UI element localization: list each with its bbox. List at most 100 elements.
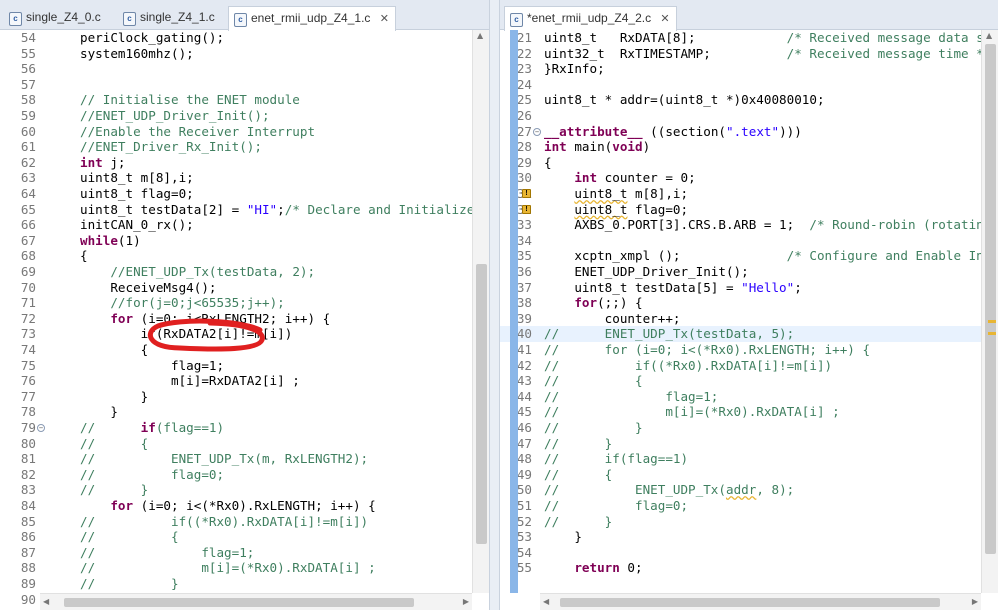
vertical-scrollbar[interactable]: ▲ [981,30,998,593]
code-line[interactable]: 57 [0,77,489,93]
code-line[interactable]: 54 [500,545,998,561]
code-line[interactable]: 79− // if(flag==1) [0,420,489,436]
code-line[interactable]: 56 [0,61,489,77]
scrollbar-thumb[interactable] [560,598,940,607]
comment-token: // flag=0; [80,466,225,482]
code-line[interactable]: 65 uint8_t testData[2] = "HI";/* Declare … [0,202,489,218]
code-line[interactable]: 51// flag=0; [500,498,998,514]
close-icon[interactable]: ✕ [660,13,669,25]
scrollbar-thumb[interactable] [985,44,996,554]
code-text: // ENET_UDP_Tx(testData, 5); [544,326,794,342]
vertical-scrollbar[interactable]: ▲ [472,30,489,593]
code-token: uint8_t flag=0; [80,186,194,201]
code-line[interactable]: 43// { [500,373,998,389]
code-line[interactable]: 29{ [500,155,998,171]
code-line[interactable]: 49// { [500,467,998,483]
code-line[interactable]: 69 //ENET_UDP_Tx(testData, 2); [0,264,489,280]
code-line[interactable]: 89 // } [0,576,489,592]
scroll-up-arrow-icon[interactable]: ▲ [986,31,992,40]
code-line[interactable]: 36 ENET_UDP_Driver_Init(); [500,264,998,280]
code-line[interactable]: 46// } [500,420,998,436]
code-line[interactable]: 55 system160mhz(); [0,46,489,62]
code-line[interactable]: 88 // m[i]=(*Rx0).RxDATA[i] ; [0,560,489,576]
code-line[interactable]: 86 // { [0,529,489,545]
fold-toggle-icon[interactable]: − [37,424,45,432]
code-line[interactable]: 32! uint8_t flag=0; [500,202,998,218]
scroll-left-arrow-icon[interactable]: ◀ [543,597,549,606]
warning-icon[interactable]: ! [522,189,531,198]
code-line[interactable]: 48// if(flag==1) [500,451,998,467]
code-line[interactable]: 55 return 0; [500,560,998,576]
scrollbar-thumb[interactable] [64,598,414,607]
scrollbar-thumb[interactable] [476,264,487,544]
code-line[interactable]: 30 int counter = 0; [500,170,998,186]
code-line[interactable]: 70 ReceiveMsg4(); [0,280,489,296]
code-line[interactable]: 54 periClock_gating(); [0,30,489,46]
scroll-left-arrow-icon[interactable]: ◀ [43,597,49,606]
code-line[interactable]: 81 // ENET_UDP_Tx(m, RxLENGTH2); [0,451,489,467]
code-line[interactable]: 84 for (i=0; i<(*Rx0).RxLENGTH; i++) { [0,498,489,514]
code-line[interactable]: 37 uint8_t testData[5] = "Hello"; [500,280,998,296]
code-line[interactable]: 75 flag=1; [0,358,489,374]
tab-single-z4-1[interactable]: c single_Z4_1.c [118,8,221,30]
code-line[interactable]: 59 //ENET_UDP_Driver_Init(); [0,108,489,124]
code-line[interactable]: 53 } [500,529,998,545]
code-line[interactable]: 63 uint8_t m[8],i; [0,170,489,186]
code-line[interactable]: 31! uint8_t m[8],i; [500,186,998,202]
code-line[interactable]: 21 uint8_t RxDATA[8]; /* Received message… [500,30,998,46]
code-line[interactable]: 45// m[i]=(*Rx0).RxDATA[i] ; [500,404,998,420]
comment-token: // } [544,435,613,451]
code-line[interactable]: 25 uint8_t * addr=(uint8_t *)0x40080010; [500,92,998,108]
code-area[interactable]: 21 uint8_t RxDATA[8]; /* Received message… [500,30,998,610]
code-line[interactable]: 44// flag=1; [500,389,998,405]
code-line[interactable]: 52// } [500,514,998,530]
code-text: // } [80,482,148,498]
tab-enet-rmii-udp-z4-2[interactable]: c *enet_rmii_udp_Z4_2.c ✕ [504,6,677,31]
code-line[interactable]: 34 [500,233,998,249]
warning-icon[interactable]: ! [522,204,531,214]
tab-enet-rmii-udp-z4-1[interactable]: c enet_rmii_udp_Z4_1.c ✕ [228,6,396,31]
scroll-up-arrow-icon[interactable]: ▲ [477,31,483,40]
code-line[interactable]: 85 // if((*Rx0).RxDATA[i]!=m[i]) [0,514,489,530]
code-line[interactable]: 64 uint8_t flag=0; [0,186,489,202]
code-line[interactable]: 77 } [0,389,489,405]
code-line[interactable]: 50// ENET_UDP_Tx(addr, 8); [500,482,998,498]
code-line[interactable]: 33 AXBS_0.PORT[3].CRS.B.ARB = 1; /* Roun… [500,217,998,233]
close-icon[interactable]: ✕ [380,13,389,25]
code-line[interactable]: 67 while(1) [0,233,489,249]
code-line[interactable]: 38 for(;;) { [500,295,998,311]
code-line[interactable]: 26 [500,108,998,124]
code-line[interactable]: 83 // } [0,482,489,498]
code-line[interactable]: 22 uint32_t RxTIMESTAMP; /* Received mess… [500,46,998,62]
fold-toggle-icon[interactable]: − [533,127,541,136]
horizontal-scrollbar[interactable]: ◀ ▶ [540,593,981,610]
code-line[interactable]: 87 // flag=1; [0,545,489,561]
code-line[interactable]: 58 // Initialise the ENET module [0,92,489,108]
code-line[interactable]: 82 // flag=0; [0,467,489,483]
code-line[interactable]: 40// ENET_UDP_Tx(testData, 5); [500,326,998,342]
overview-warning-marker[interactable] [988,332,996,335]
code-line[interactable]: 71 //for(j=0;j<65535;j++); [0,295,489,311]
code-line[interactable]: 68 { [0,248,489,264]
code-line[interactable]: 76 m[i]=RxDATA2[i] ; [0,373,489,389]
code-line[interactable]: 42// if((*Rx0).RxDATA[i]!=m[i]) [500,358,998,374]
code-line[interactable]: 47// } [500,436,998,452]
code-line[interactable]: 61 //ENET_Driver_Rx_Init(); [0,139,489,155]
code-line[interactable]: 39 counter++; [500,311,998,327]
code-line[interactable]: 80 // { [0,436,489,452]
code-line[interactable]: 66 initCAN_0_rx(); [0,217,489,233]
scroll-right-arrow-icon[interactable]: ▶ [463,597,469,606]
code-line[interactable]: 62 int j; [0,155,489,171]
tab-single-z4-0[interactable]: c single_Z4_0.c [4,8,107,30]
horizontal-scrollbar[interactable]: ◀ ▶ [40,593,472,610]
code-line[interactable]: 24 [500,77,998,93]
code-line[interactable]: 23}RxInfo; [500,61,998,77]
code-line[interactable]: 41// for (i=0; i<(*Rx0).RxLENGTH; i++) { [500,342,998,358]
code-line[interactable]: 78 } [0,404,489,420]
scroll-right-arrow-icon[interactable]: ▶ [972,597,978,606]
code-line[interactable]: 60 //Enable the Receiver Interrupt [0,124,489,140]
code-line[interactable]: 28 int main(void) [500,139,998,155]
overview-warning-marker[interactable] [988,320,996,323]
code-line[interactable]: 27− __attribute__ ((section(".text"))) [500,124,998,140]
code-line[interactable]: 35 xcptn_xmpl (); /* Configure and Enabl… [500,248,998,264]
